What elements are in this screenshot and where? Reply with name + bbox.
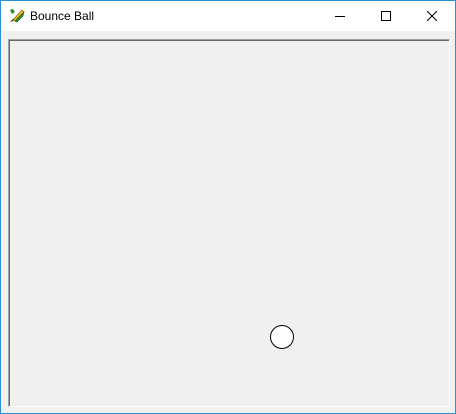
maximize-icon — [381, 11, 391, 21]
minimize-icon — [335, 16, 345, 17]
title-bar[interactable]: Bounce Ball — [1, 1, 455, 31]
maximize-button[interactable] — [363, 1, 409, 31]
minimize-button[interactable] — [317, 1, 363, 31]
close-icon — [427, 11, 437, 21]
drawing-canvas[interactable] — [8, 39, 450, 407]
bouncing-ball — [270, 325, 294, 349]
app-window: Bounce Ball — [0, 0, 456, 414]
close-button[interactable] — [409, 1, 455, 31]
window-title: Bounce Ball — [30, 9, 95, 23]
pencil-feather-icon[interactable] — [9, 8, 25, 24]
